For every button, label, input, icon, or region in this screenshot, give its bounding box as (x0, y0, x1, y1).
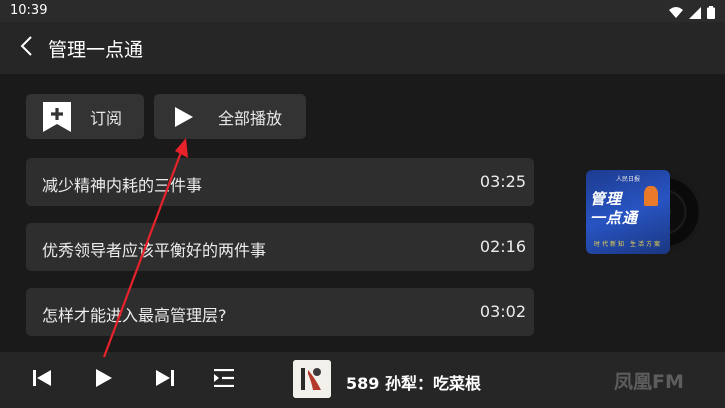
wifi-icon (669, 4, 683, 23)
player-bar: 589 孙犁：吃菜根 凤凰FM (0, 352, 725, 408)
track-row[interactable]: 减少精神内耗的三件事 03:25 (26, 158, 534, 206)
page-title: 管理一点通 (48, 39, 144, 61)
playlist-button[interactable] (211, 367, 237, 393)
status-bar: 10:39 (0, 0, 725, 22)
album-top-text: 人民日报 (615, 176, 640, 183)
album-title-line2: 一点通 (590, 209, 639, 227)
track-title: 优秀领导者应该平衡好的两件事 (42, 241, 267, 260)
next-button[interactable] (152, 367, 178, 393)
album-art: 人民日报 管理 一点通 时代新知 生活方案 (586, 170, 670, 254)
status-icons (669, 4, 715, 23)
now-playing-thumbnail[interactable] (293, 360, 331, 398)
subscribe-label: 订阅 (90, 108, 123, 128)
playlist-icon (213, 368, 235, 391)
album-bottom-text: 时代新知 生活方案 (594, 241, 662, 248)
signal-icon (689, 4, 701, 23)
play-icon (95, 368, 113, 392)
album-title-line1: 管理 (590, 190, 623, 208)
play-button[interactable] (91, 367, 117, 393)
content-area: 订阅 全部播放 减少精神内耗的三件事 03:25 优秀领导者应该平衡好的两件事 … (0, 74, 725, 352)
play-icon (174, 106, 194, 128)
now-playing-title[interactable]: 589 孙犁：吃菜根 (346, 370, 481, 394)
play-all-label: 全部播放 (218, 108, 283, 128)
play-all-button[interactable]: 全部播放 (154, 94, 306, 139)
subscribe-button[interactable]: 订阅 (26, 94, 144, 139)
album-title: 管理 一点通 (590, 190, 638, 228)
brand-logo: 凤凰FM (614, 371, 684, 393)
app-bar: 管理一点通 (0, 22, 725, 74)
back-button[interactable] (14, 35, 38, 61)
track-duration: 03:25 (479, 172, 526, 191)
battery-icon (707, 4, 715, 23)
skip-previous-icon (32, 369, 52, 391)
skip-next-icon (155, 369, 175, 391)
album-figure (644, 186, 658, 206)
track-duration: 03:02 (479, 302, 526, 321)
track-row[interactable]: 优秀领导者应该平衡好的两件事 02:16 (26, 223, 534, 271)
track-duration: 02:16 (479, 237, 526, 256)
status-time: 10:39 (10, 3, 48, 18)
track-row[interactable]: 怎样才能进入最高管理层? 03:02 (26, 288, 534, 336)
track-title: 减少精神内耗的三件事 (42, 176, 203, 195)
album-cover: 人民日报 管理 一点通 时代新知 生活方案 (586, 170, 700, 254)
bookmark-plus-icon (42, 101, 72, 133)
track-title: 怎样才能进入最高管理层? (42, 306, 227, 325)
previous-button[interactable] (29, 367, 55, 393)
chevron-left-icon (19, 35, 33, 61)
